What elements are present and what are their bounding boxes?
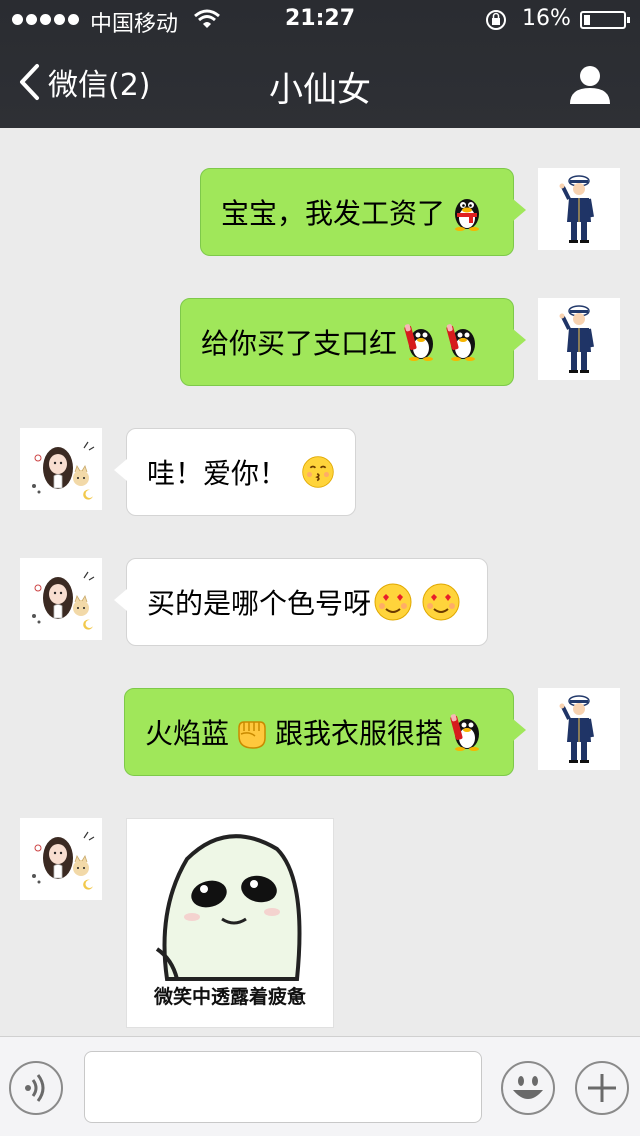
battery-percent: 16%	[522, 6, 571, 31]
sticker-caption: 微笑中透露着疲惫	[153, 986, 306, 1008]
message-bubble-incoming[interactable]: 买的是哪个色号呀	[114, 558, 488, 646]
input-bar	[0, 1036, 640, 1136]
qq-penguin-lipstick-emoji-icon	[441, 322, 481, 362]
qq-penguin-emoji-icon	[447, 192, 487, 232]
message-text: 给你买了支口红	[201, 327, 398, 360]
profile-icon[interactable]	[568, 62, 612, 106]
message-bubble-outgoing[interactable]: 给你买了支口红	[180, 298, 526, 386]
message-bubble-incoming[interactable]: 哇！爱你！	[114, 428, 356, 516]
rotation-lock-icon	[486, 10, 506, 30]
contact-avatar[interactable]	[20, 558, 102, 640]
tired-smile-sticker-image	[155, 834, 302, 981]
contact-avatar[interactable]	[20, 818, 102, 900]
plus-icon[interactable]	[574, 1060, 630, 1116]
chat-screen: 中国移动 21:27 16% 微信(2) 小仙女 宝宝，我发工资了 给你买了支口…	[0, 0, 640, 1136]
qq-penguin-lipstick-emoji-icon	[445, 712, 485, 752]
wifi-icon	[194, 9, 220, 28]
message-bubble-outgoing[interactable]: 宝宝，我发工资了	[200, 168, 526, 256]
top-bar: 中国移动 21:27 16% 微信(2) 小仙女	[0, 0, 640, 128]
sticker-message[interactable]: 微笑中透露着疲惫	[126, 818, 334, 1028]
heart-eyes-emoji-icon	[373, 582, 413, 622]
my-avatar[interactable]	[538, 298, 620, 380]
message-list[interactable]: 宝宝，我发工资了 给你买了支口红 哇！爱你！ 买的是哪个色号呀 火焰蓝 跟我衣服…	[0, 128, 640, 1036]
signal-dots-icon	[12, 14, 79, 25]
contact-avatar[interactable]	[20, 428, 102, 510]
voice-icon[interactable]	[8, 1060, 64, 1116]
emoji-icon[interactable]	[500, 1060, 556, 1116]
message-bubble-outgoing[interactable]: 火焰蓝 跟我衣服很搭	[124, 688, 526, 776]
my-avatar[interactable]	[538, 688, 620, 770]
battery-icon	[580, 11, 630, 29]
message-text: 火焰蓝	[145, 717, 230, 750]
message-input[interactable]	[84, 1051, 482, 1123]
message-text: 宝宝，我发工资了	[221, 197, 446, 230]
raised-fist-emoji-icon	[231, 712, 271, 752]
heart-eyes-emoji-icon	[421, 582, 461, 622]
carrier-name: 中国移动	[90, 12, 179, 37]
status-bar: 中国移动 21:27 16%	[0, 0, 640, 40]
message-text-continued: 跟我衣服很搭	[275, 717, 444, 750]
status-time: 21:27	[285, 6, 356, 31]
message-text: 哇！爱你！	[147, 457, 288, 490]
my-avatar[interactable]	[538, 168, 620, 250]
back-label: 微信(2)	[48, 68, 151, 103]
message-text: 买的是哪个色号呀	[147, 587, 372, 620]
qq-penguin-lipstick-emoji-icon	[399, 322, 439, 362]
chevron-left-icon	[20, 64, 39, 100]
kissing-face-emoji-icon	[301, 452, 335, 492]
back-button[interactable]: 微信(2)	[18, 60, 151, 104]
